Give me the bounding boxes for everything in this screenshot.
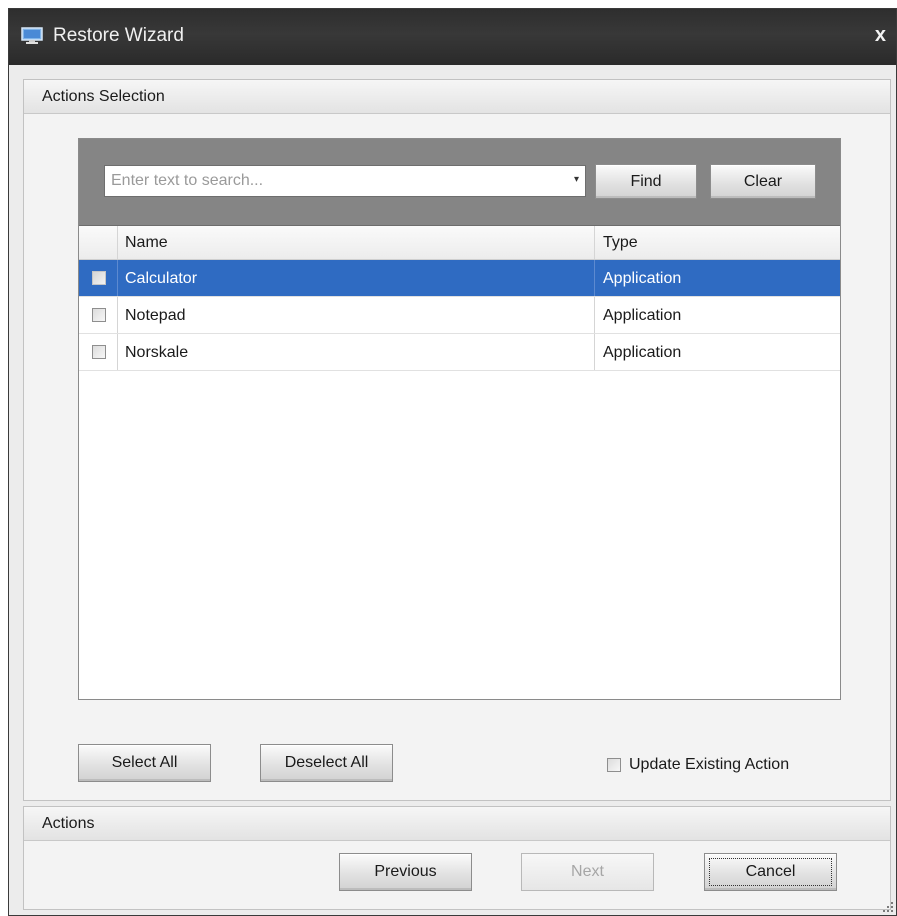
actions-selection-header: Actions Selection [24,80,890,114]
update-existing-checkbox[interactable] [607,758,621,772]
update-existing-label[interactable]: Update Existing Action [629,756,789,774]
row-checkbox[interactable] [92,271,106,285]
table-row[interactable]: Norskale Application [79,334,840,371]
row-type-cell: Application [603,270,682,287]
checkbox-column-header[interactable] [79,226,118,259]
row-type-cell: Application [603,307,682,324]
find-button[interactable]: Find [595,164,697,199]
row-checkbox[interactable] [92,308,106,322]
row-checkbox-cell [79,260,118,296]
actions-grid: ▾ Find Clear Name Type Calculator Applic… [78,138,841,700]
chevron-down-icon[interactable]: ▾ [574,174,579,185]
deselect-all-button[interactable]: Deselect All [260,744,393,782]
row-checkbox-cell [79,297,118,333]
row-name-cell: Notepad [118,297,595,333]
row-type-cell: Application [603,344,682,361]
column-header-type[interactable]: Type [595,226,840,259]
row-name-cell: Norskale [118,334,595,370]
grid-header: Name Type [79,226,840,260]
title-bar: Restore Wizard x [9,9,896,65]
search-input[interactable] [105,166,560,196]
find-panel: ▾ Find Clear [79,139,840,226]
column-header-name[interactable]: Name [118,226,595,259]
resize-grip-icon[interactable] [882,901,894,913]
actions-group: Actions Previous Next Cancel [23,806,891,910]
actions-selection-group: Actions Selection ▾ Find Clear Name Type [23,79,891,801]
row-checkbox-cell [79,334,118,370]
restore-wizard-window: Restore Wizard x Actions Selection ▾ Fin… [8,8,897,916]
clear-button[interactable]: Clear [710,164,816,199]
window-title: Restore Wizard [53,25,184,46]
previous-button[interactable]: Previous [339,853,472,891]
monitor-icon [21,27,43,44]
table-row[interactable]: Notepad Application [79,297,840,334]
next-button[interactable]: Next [521,853,654,891]
actions-header: Actions [24,807,890,841]
select-all-button[interactable]: Select All [78,744,211,782]
cancel-button[interactable]: Cancel [704,853,837,891]
close-icon[interactable]: x [875,23,886,47]
row-checkbox[interactable] [92,345,106,359]
row-name-cell: Calculator [118,260,595,296]
search-combobox[interactable]: ▾ [104,165,586,197]
table-row[interactable]: Calculator Application [79,260,840,297]
